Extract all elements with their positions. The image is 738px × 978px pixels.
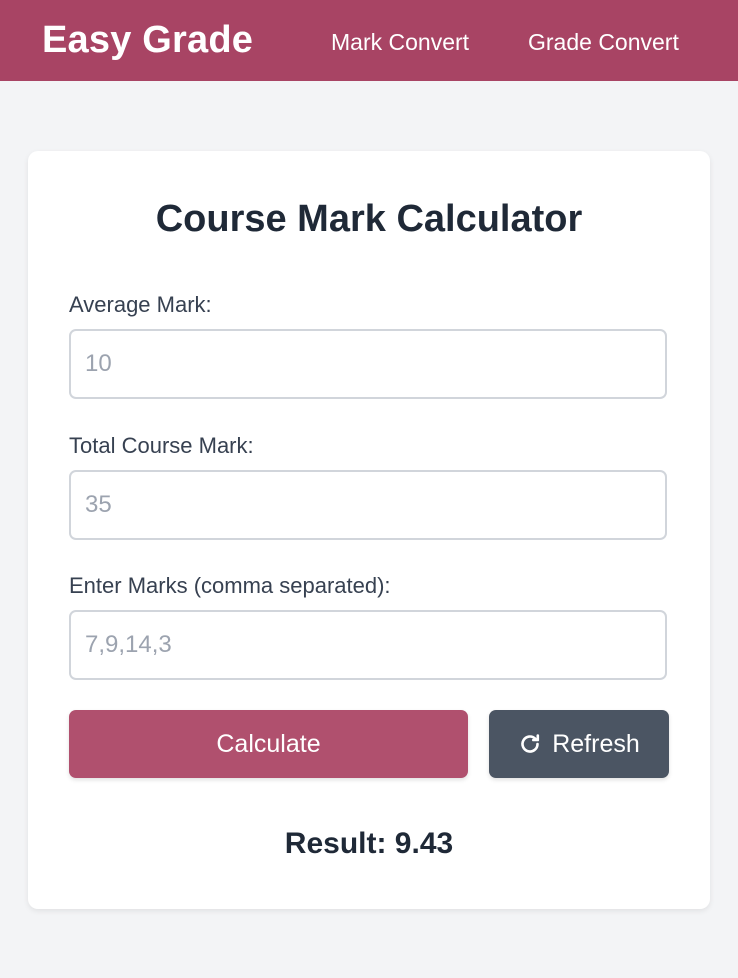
page-title: Course Mark Calculator xyxy=(155,198,583,240)
brand-logo-link[interactable]: Easy Grade xyxy=(42,18,253,62)
nav-link-grade-convert[interactable]: Grade Convert xyxy=(528,28,679,56)
calculate-button[interactable]: Calculate xyxy=(69,710,468,778)
average-mark-label: Average Mark: xyxy=(69,292,212,317)
marks-label: Enter Marks (comma separated): xyxy=(69,573,391,598)
calculate-button-label: Calculate xyxy=(216,729,321,758)
average-mark-input[interactable] xyxy=(69,329,667,399)
refresh-button-label: Refresh xyxy=(552,729,640,758)
nav-link-mark-convert[interactable]: Mark Convert xyxy=(331,28,469,56)
marks-input[interactable] xyxy=(69,610,667,680)
total-course-mark-input[interactable] xyxy=(69,470,667,540)
total-course-mark-label: Total Course Mark: xyxy=(69,433,254,458)
result-text: Result: 9.43 xyxy=(284,827,454,860)
refresh-button[interactable]: Refresh xyxy=(489,710,669,778)
calculator-card: Course Mark Calculator Average Mark: Tot… xyxy=(28,151,710,909)
top-navbar: Easy Grade Mark Convert Grade Convert xyxy=(0,0,738,81)
refresh-icon xyxy=(518,732,542,756)
